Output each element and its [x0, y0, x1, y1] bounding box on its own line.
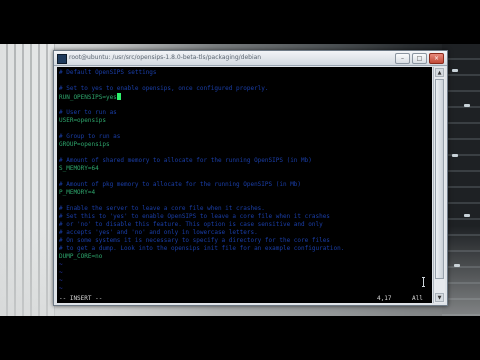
config-comment-line: # User to run as [59, 109, 117, 116]
terminal-app-icon [57, 54, 67, 64]
config-comment-line: # accepts 'yes' and 'no' and only in low… [59, 229, 258, 236]
vertical-scrollbar[interactable]: ▲ ▼ [433, 67, 445, 303]
maximize-button[interactable]: □ [412, 53, 427, 64]
config-comment-line: # Set to yes to enable opensips, once co… [59, 85, 269, 92]
config-comment-line: # to get a dump. Look into the opensips … [59, 245, 345, 252]
scroll-up-arrow-icon[interactable]: ▲ [435, 68, 444, 77]
scroll-thumb[interactable] [435, 79, 444, 279]
config-setting-line: DUMP_CORE=no [59, 253, 103, 260]
rack-light [464, 104, 470, 107]
editor-text-area[interactable]: -- INSERT -- 4,17 All # Default OpenSIPS… [57, 67, 432, 303]
window-title: root@ubuntu: /usr/src/opensips-1.8.0-bet… [69, 54, 262, 61]
config-setting-line: S_MEMORY=64 [59, 165, 99, 172]
config-setting-line: USER=opensips [59, 117, 106, 124]
config-setting-line: P_MEMORY=4 [59, 189, 96, 196]
vim-mode-indicator: -- INSERT -- [59, 295, 103, 302]
window-titlebar[interactable]: root@ubuntu: /usr/src/opensips-1.8.0-bet… [54, 51, 447, 66]
scroll-down-arrow-icon[interactable]: ▼ [435, 293, 444, 302]
config-setting-line: RUN_OPENSIPS=yes [59, 93, 121, 102]
mouse-ibeam-cursor [422, 277, 425, 287]
rack-light [452, 69, 458, 72]
config-comment-line: # Amount of pkg memory to allocate for t… [59, 181, 302, 188]
text-cursor [116, 93, 121, 100]
empty-line-marker: ~ [59, 269, 63, 276]
config-comment-line: # Enable the server to leave a core file… [59, 205, 265, 212]
scroll-percent: All [412, 295, 423, 302]
cursor-position: 4,17 [377, 295, 392, 302]
window-controls: – □ × [395, 53, 444, 64]
rack-light [452, 154, 458, 157]
close-button[interactable]: × [429, 53, 444, 64]
config-comment-line: # or 'no' to disable this feature. This … [59, 221, 323, 228]
empty-line-marker: ~ [59, 261, 63, 268]
config-comment-line: # Amount of shared memory to allocate fo… [59, 157, 312, 164]
config-comment-line: # Default OpenSIPS settings [59, 69, 157, 76]
config-comment-line: # Group to run as [59, 133, 121, 140]
config-comment-line: # Set this to 'yes' to enable OpenSIPS t… [59, 213, 330, 220]
terminal-window[interactable]: root@ubuntu: /usr/src/opensips-1.8.0-bet… [53, 50, 448, 306]
minimize-button[interactable]: – [395, 53, 410, 64]
config-comment-line: # On some systems it is necessary to spe… [59, 237, 330, 244]
config-setting-line: GROUP=opensips [59, 141, 110, 148]
rack-light [464, 214, 470, 217]
empty-line-marker: ~ [59, 277, 63, 284]
empty-line-marker: ~ [59, 285, 63, 292]
